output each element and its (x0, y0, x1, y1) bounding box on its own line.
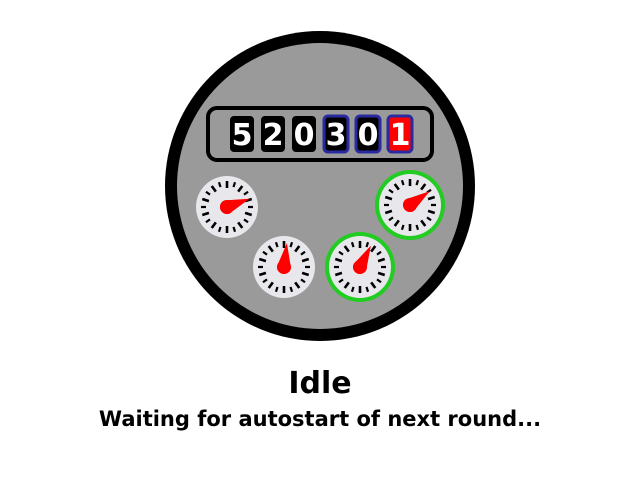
dial-top-right (375, 170, 445, 240)
dial-tick (415, 179, 420, 186)
dial-tick (232, 181, 237, 188)
dial-bottom-right (325, 232, 395, 302)
dial-top-left (196, 176, 258, 238)
odometer-digit-value: 5 (232, 118, 253, 153)
dial-tick (415, 224, 420, 231)
odometer-digit-4: 3 (322, 114, 350, 154)
dial-tick (232, 226, 237, 233)
odometer-digit-value: 0 (358, 118, 379, 153)
dial-tick (400, 179, 405, 186)
odometer-digit-6: 1 (386, 114, 414, 154)
dial-tick (365, 241, 370, 248)
dial-tick (217, 181, 222, 188)
dial-tick (365, 286, 370, 293)
dial-tick (289, 241, 294, 248)
dial-tick (289, 286, 294, 293)
dial-tick (274, 286, 279, 293)
dial-tick (350, 286, 355, 293)
dial-tick (400, 224, 405, 231)
odometer-digit-1: 5 (230, 116, 254, 153)
odometer-digit-value: 0 (294, 118, 315, 153)
dial-tick (350, 241, 355, 248)
status-message: Waiting for autostart of next round... (98, 407, 542, 431)
dial-tick (217, 226, 222, 233)
odometer-digit-value: 3 (326, 118, 347, 153)
odometer-digit-3: 0 (292, 116, 316, 153)
odometer-digit-5: 0 (354, 114, 382, 154)
dial-tick (274, 241, 279, 248)
odometer-digit-value: 2 (263, 118, 284, 153)
odometer-digit-value: 1 (390, 118, 411, 153)
status-title: Idle (288, 366, 352, 401)
odometer-digit-2: 2 (261, 116, 285, 153)
dial-bottom-center (253, 236, 315, 298)
